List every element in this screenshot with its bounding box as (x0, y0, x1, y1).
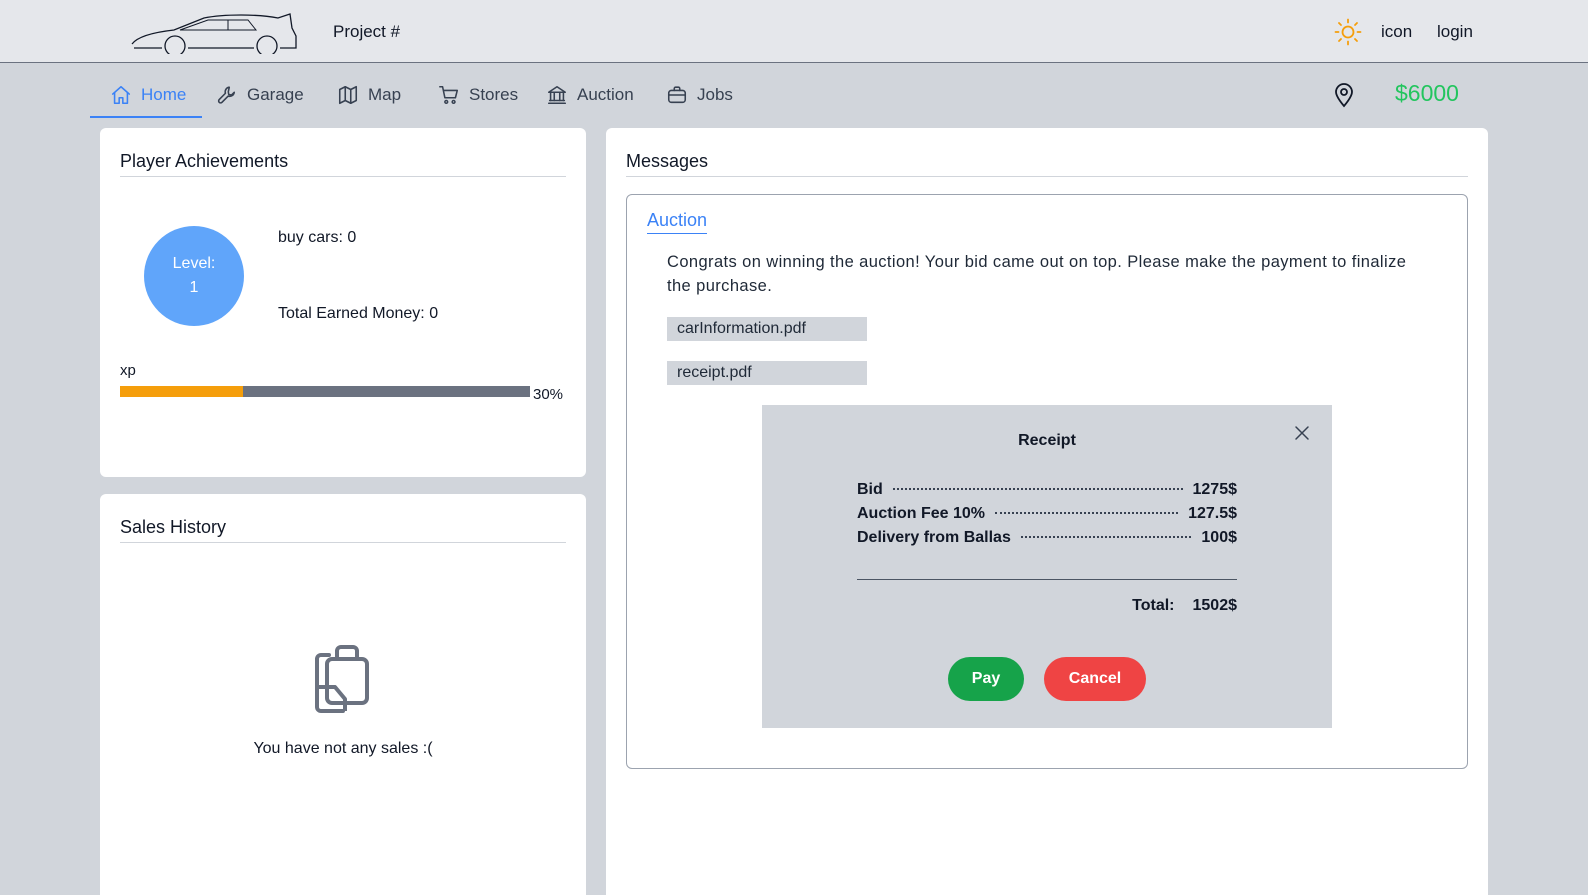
receipt-line-label: Auction Fee 10% (857, 505, 986, 522)
achievements-divider (120, 176, 566, 177)
car-silhouette-icon (131, 13, 297, 54)
nav-garage[interactable]: Garage (216, 72, 304, 118)
map-icon (338, 85, 358, 105)
messages-divider (626, 176, 1468, 177)
nav-jobs[interactable]: Jobs (666, 72, 733, 118)
xp-progress-bar (120, 386, 530, 397)
level-badge: Level: 1 (144, 226, 244, 326)
nav-auction-label: Auction (577, 85, 634, 104)
receipt-line-value: 100$ (1201, 529, 1237, 546)
dotted-leader (995, 512, 1179, 514)
message-body: Congrats on winning the auction! Your bi… (667, 253, 1407, 295)
login-link[interactable]: login (1437, 22, 1473, 42)
receipt-title: Receipt (1018, 432, 1076, 449)
no-sales-message: You have not any sales :( (253, 740, 433, 757)
total-value: 1502$ (1192, 597, 1238, 614)
sun-icon[interactable] (1334, 18, 1362, 46)
buy-cars-stat: buy cars: 0 (278, 229, 357, 246)
sales-history-divider (120, 542, 566, 543)
nav-home[interactable]: Home (110, 72, 186, 118)
nav-stores-label: Stores (469, 85, 519, 104)
project-title: Project # (333, 22, 401, 41)
dotted-leader (892, 488, 1183, 490)
message-tab-auction[interactable]: Auction (647, 210, 708, 234)
receipt-line-label: Bid (857, 481, 883, 498)
receipt-line-value: 1275$ (1192, 481, 1238, 498)
level-value: 1 (189, 279, 199, 296)
attachment-car-information[interactable]: carInformation.pdf (667, 317, 867, 341)
receipt-modal: Receipt Bid 1275$ Auction Fee 10% 127.5$… (762, 405, 1332, 728)
total-earned-stat: Total Earned Money: 0 (278, 305, 439, 322)
total-label: Total: (1132, 597, 1175, 614)
briefcase-icon (667, 86, 687, 104)
receipt-line-delivery: Delivery from Ballas 100$ (857, 529, 1237, 547)
active-tab-indicator (90, 116, 202, 118)
xp-percent: 30% (533, 386, 564, 403)
nav-garage-label: Garage (247, 85, 304, 104)
cancel-button[interactable]: Cancel (1044, 657, 1146, 701)
home-icon (111, 85, 131, 105)
pay-button[interactable]: Pay (948, 657, 1024, 701)
nav-stores[interactable]: Stores (438, 72, 518, 118)
sales-history-title: Sales History (120, 517, 227, 537)
dotted-leader (1020, 536, 1192, 538)
nav-jobs-label: Jobs (697, 85, 733, 104)
nav-map[interactable]: Map (337, 72, 401, 118)
top-header: Project # icon login (0, 0, 1588, 63)
receipt-line-fee: Auction Fee 10% 127.5$ (857, 505, 1237, 523)
attachment-receipt[interactable]: receipt.pdf (667, 361, 867, 385)
achievements-title: Player Achievements (120, 151, 289, 171)
icon-text-link[interactable]: icon (1381, 22, 1412, 42)
level-label: Level: (172, 255, 216, 272)
xp-label: xp (120, 362, 136, 379)
money-balance: $6000 (1395, 80, 1459, 106)
xp-progress-fill (120, 386, 243, 397)
receipt-line-value: 127.5$ (1188, 505, 1237, 522)
messages-title: Messages (626, 151, 709, 171)
close-icon[interactable] (1294, 425, 1310, 441)
wrench-icon (217, 86, 236, 104)
nav-auction[interactable]: Auction (546, 72, 634, 118)
nav-map-label: Map (368, 85, 402, 104)
cart-icon (439, 85, 459, 105)
receipt-total: Total: 1502$ (857, 597, 1237, 615)
nav-home-label: Home (141, 85, 187, 104)
location-pin-icon[interactable] (1332, 82, 1356, 108)
bank-icon (547, 85, 567, 105)
clipboard-icon (315, 645, 369, 713)
receipt-line-label: Delivery from Ballas (857, 529, 1011, 546)
receipt-divider (857, 579, 1237, 580)
receipt-line-bid: Bid 1275$ (857, 481, 1237, 499)
